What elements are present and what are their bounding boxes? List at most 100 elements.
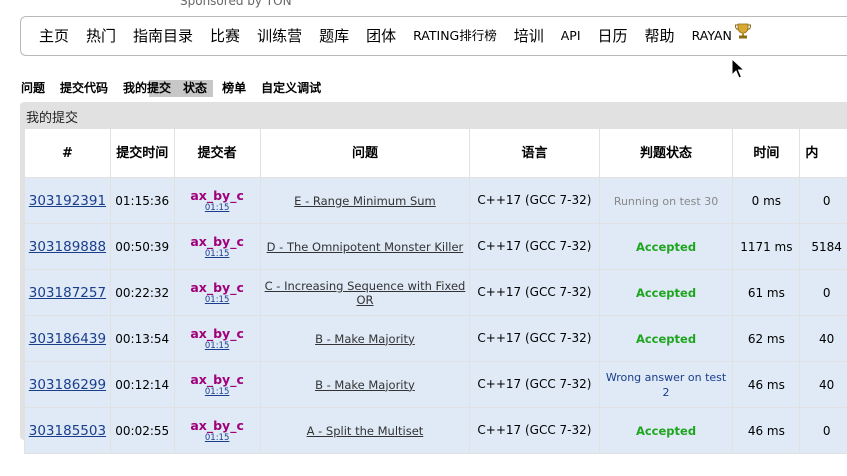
author-sub-link[interactable]: 01:15 (176, 249, 259, 259)
problem-cell: B - Make Majority (259, 361, 471, 408)
nav-item-rayan[interactable]: RAYAN (692, 17, 752, 56)
nav-item-top[interactable]: 热门 (86, 17, 116, 55)
verdict-cell: Accepted (598, 315, 734, 362)
submission-id-cell: 303189888 (24, 223, 111, 270)
submission-id-link[interactable]: 303189888 (29, 239, 106, 255)
language-cell: C++17 (GCC 7-32) (469, 315, 600, 362)
problem-link[interactable]: D - The Omnipotent Monster Killer (267, 240, 464, 254)
time-cell: 46 ms (732, 361, 801, 408)
submenu-submit[interactable]: 提交代码 (60, 80, 114, 97)
nav-item-rayan-label[interactable]: RAYAN (692, 28, 732, 43)
header-time[interactable]: 时间 (732, 128, 801, 178)
header-problem[interactable]: 问题 (259, 128, 471, 178)
nav-item-rating[interactable]: RATING排行榜 (413, 17, 497, 55)
problem-cell: C - Increasing Sequence with Fixed OR (259, 269, 471, 316)
author-link[interactable]: ax_by_c (176, 372, 259, 387)
verdict-text: Accepted (635, 423, 697, 438)
nav-item-gym[interactable]: 训练营 (257, 17, 302, 55)
submissions-panel: 我的提交 # 提交时间 提交者 问题 语言 判题状态 时间 内 30319239… (20, 102, 847, 454)
problem-link[interactable]: E - Range Minimum Sum (294, 194, 436, 208)
author-sub-link[interactable]: 01:15 (176, 341, 259, 351)
author-cell: ax_by_c 01:15 (173, 223, 261, 270)
top-navigation: 主页 热门 指南目录 比赛 训练营 题库 团体 RATING排行榜 培训 API… (20, 16, 847, 56)
author-sub-link[interactable]: 01:15 (176, 203, 259, 213)
nav-item-problemset[interactable]: 题库 (319, 17, 349, 55)
submission-id-cell: 303185503 (24, 407, 111, 454)
table-row: 303187257 00:22:32 ax_by_c 01:15 C - Increas… (24, 269, 847, 316)
submenu-my-submissions[interactable]: 我的提交 (123, 80, 178, 97)
submission-time: 01:15:36 (109, 177, 175, 224)
time-cell: 0 ms (732, 177, 801, 224)
time-cell: 1171 ms (732, 223, 801, 270)
nav-item-groups[interactable]: 团体 (366, 17, 396, 55)
header-memory[interactable]: 内 (799, 128, 847, 178)
verdict-text: Accepted (635, 285, 697, 300)
time-cell: 62 ms (732, 315, 801, 362)
verdict-cell: Wrong answer on test 2 (598, 361, 734, 408)
author-link[interactable]: ax_by_c (176, 280, 259, 295)
mouse-cursor-icon (731, 57, 747, 84)
nav-item-catalog[interactable]: 指南目录 (133, 17, 193, 55)
header-lang[interactable]: 语言 (469, 128, 600, 178)
submenu-custom-invocation[interactable]: 自定义调试 (261, 80, 327, 97)
nav-item-api[interactable]: API (561, 17, 581, 55)
submenu-status[interactable]: 状态 (177, 80, 214, 97)
memory-cell: 0 (799, 407, 847, 454)
author-cell: ax_by_c 01:15 (173, 407, 261, 454)
verdict-text: Accepted (635, 239, 697, 254)
table-row: 303186299 00:12:14 ax_by_c 01:15 B - Make Ma… (24, 361, 847, 408)
nav-item-help[interactable]: 帮助 (645, 17, 675, 55)
problem-link[interactable]: A - Split the Multiset (307, 424, 424, 438)
problem-cell: A - Split the Multiset (259, 407, 471, 454)
submission-id-link[interactable]: 303186299 (29, 377, 106, 393)
header-who[interactable]: 提交者 (173, 128, 261, 178)
author-sub-link[interactable]: 01:15 (176, 433, 259, 443)
time-cell: 61 ms (732, 269, 801, 316)
nav-item-home[interactable]: 主页 (39, 17, 69, 55)
verdict-cell: Accepted (598, 269, 734, 316)
submenu-problems[interactable]: 问题 (21, 80, 51, 97)
problem-cell: D - The Omnipotent Monster Killer (259, 223, 471, 270)
language-cell: C++17 (GCC 7-32) (469, 269, 600, 316)
verdict-text: Accepted (635, 331, 697, 346)
language-cell: C++17 (GCC 7-32) (469, 361, 600, 408)
submenu-standings[interactable]: 榜单 (222, 80, 252, 97)
header-id[interactable]: # (24, 128, 111, 178)
author-link[interactable]: ax_by_c (176, 418, 259, 433)
submission-id-link[interactable]: 303186439 (29, 331, 106, 347)
submission-time: 00:12:14 (109, 361, 175, 408)
header-verdict[interactable]: 判题状态 (598, 128, 734, 178)
author-sub-link[interactable]: 01:15 (176, 295, 259, 305)
author-sub-link[interactable]: 01:15 (176, 387, 259, 397)
author-link[interactable]: ax_by_c (176, 188, 259, 203)
time-cell: 46 ms (732, 407, 801, 454)
verdict-text: Running on test 30 (613, 194, 719, 208)
header-when[interactable]: 提交时间 (109, 128, 175, 178)
nav-item-contests[interactable]: 比赛 (210, 17, 240, 55)
verdict-cell: Accepted (598, 223, 734, 270)
submission-time: 00:13:54 (109, 315, 175, 362)
author-link[interactable]: ax_by_c (176, 326, 259, 341)
problem-link[interactable]: B - Make Majority (315, 332, 415, 346)
problem-link[interactable]: B - Make Majority (315, 378, 415, 392)
table-row: 303185503 00:02:55 ax_by_c 01:15 A - Split t… (24, 407, 847, 454)
nav-item-calendar[interactable]: 日历 (598, 17, 628, 55)
author-link[interactable]: ax_by_c (176, 234, 259, 249)
submission-id-cell: 303187257 (24, 269, 111, 316)
sponsor-text: Sponsored by TON (180, 0, 292, 8)
submission-id-link[interactable]: 303185503 (29, 423, 106, 439)
submission-time: 00:22:32 (109, 269, 175, 316)
nav-item-edu[interactable]: 培训 (514, 17, 544, 55)
memory-cell: 40 (799, 361, 847, 408)
language-cell: C++17 (GCC 7-32) (469, 223, 600, 270)
memory-cell: 40 (799, 315, 847, 362)
memory-cell: 0 (799, 177, 847, 224)
submission-id-link[interactable]: 303187257 (29, 285, 106, 301)
submission-time: 00:50:39 (109, 223, 175, 270)
problem-link[interactable]: C - Increasing Sequence with Fixed OR (265, 279, 466, 307)
submission-id-link[interactable]: 303192391 (29, 193, 106, 209)
table-row: 303192391 01:15:36 ax_by_c 01:15 E - Range M… (24, 177, 847, 224)
author-cell: ax_by_c 01:15 (173, 361, 261, 408)
problem-cell: B - Make Majority (259, 315, 471, 362)
verdict-cell: Accepted (598, 407, 734, 454)
